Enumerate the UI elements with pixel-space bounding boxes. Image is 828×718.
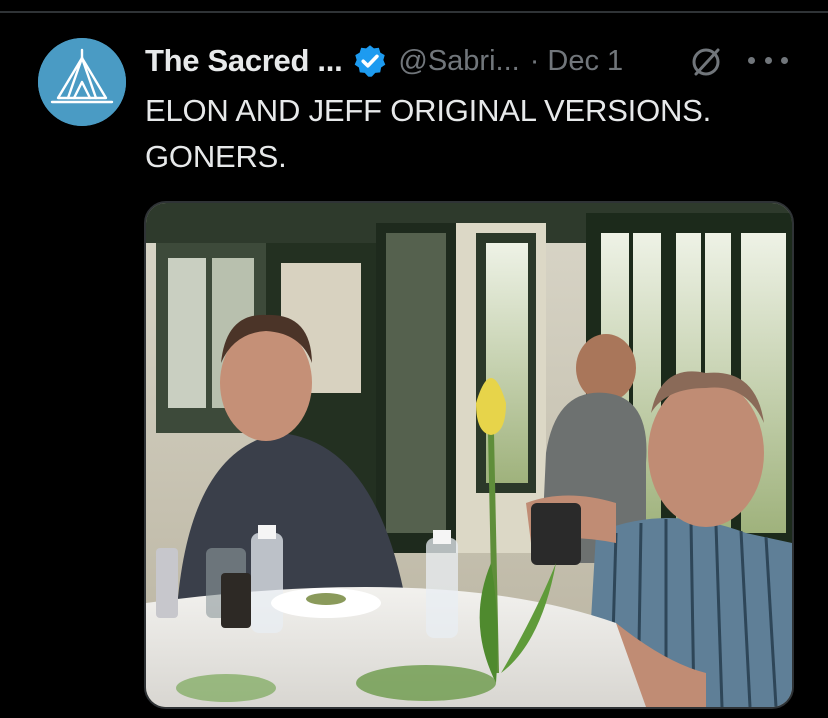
grok-icon[interactable] xyxy=(688,44,724,80)
tweet-header: The Sacred ... @Sabri... · Dec 1 xyxy=(145,40,623,82)
display-name[interactable]: The Sacred ... xyxy=(145,43,343,79)
tent-logo-icon xyxy=(38,38,126,126)
avatar[interactable] xyxy=(38,38,126,126)
tweet-screen: The Sacred ... @Sabri... · Dec 1 ELON AN… xyxy=(0,0,828,718)
tweet-text-line: GONERS. xyxy=(145,139,287,174)
user-handle[interactable]: @Sabri... xyxy=(398,45,519,78)
tweet-date[interactable]: Dec 1 xyxy=(547,45,623,78)
tweet-text: ELON AND JEFF ORIGINAL VERSIONS. GONERS. xyxy=(145,88,785,180)
tweet-photo[interactable] xyxy=(144,201,794,709)
restaurant-photo xyxy=(146,203,792,707)
more-options-icon[interactable] xyxy=(748,46,788,74)
verified-badge-icon[interactable] xyxy=(352,43,388,79)
separator-dot: · xyxy=(529,44,540,77)
tweet-text-line: ELON AND JEFF ORIGINAL VERSIONS. xyxy=(145,93,712,128)
divider xyxy=(0,11,828,13)
